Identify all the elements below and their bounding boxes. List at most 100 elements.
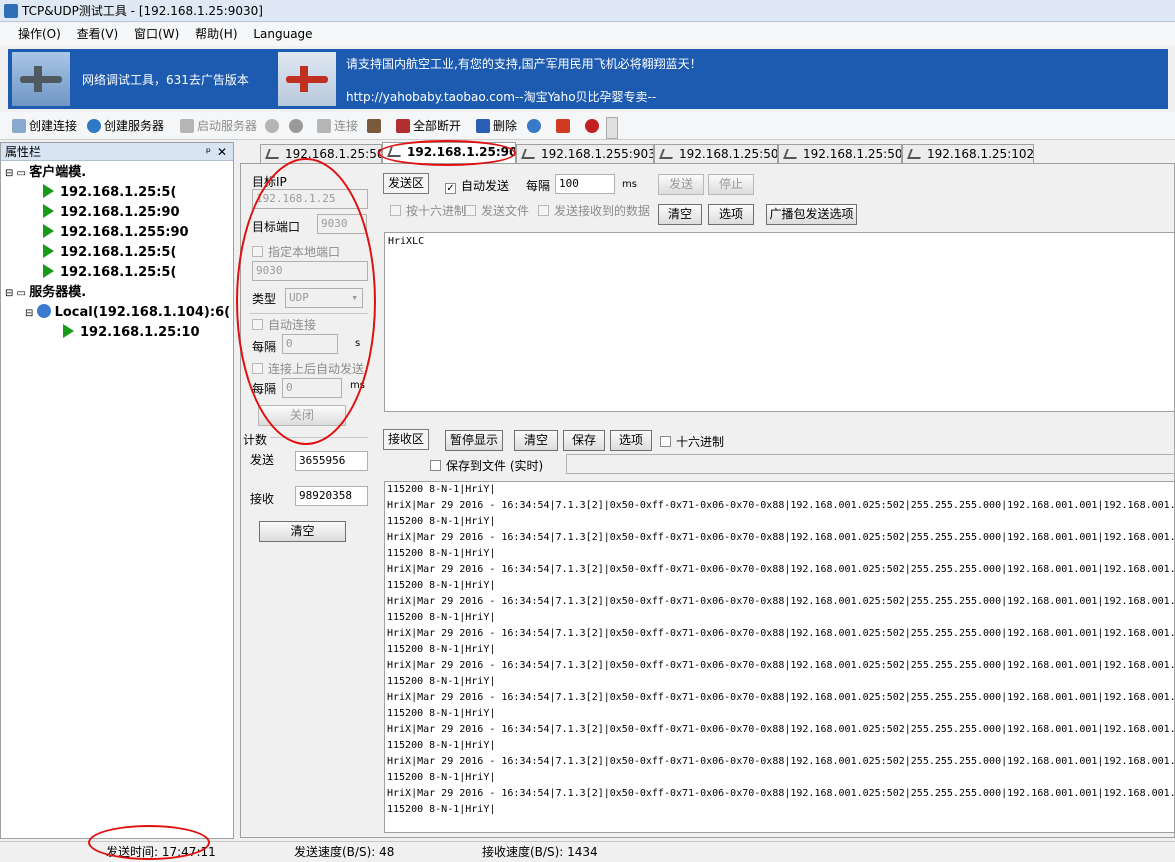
- settings-button[interactable]: [527, 117, 544, 135]
- toolbar-overflow[interactable]: [606, 117, 618, 139]
- connection-icon: [265, 149, 282, 159]
- pin-icon[interactable]: ᵖ: [206, 143, 211, 161]
- recv-line: 115200 8-N-1|HriY|: [387, 516, 496, 527]
- menu-view[interactable]: 查看(V): [77, 27, 119, 41]
- recv-line: HriX|Mar 29 2016 - 16:34:54|7.1.3[2]|0x5…: [387, 500, 1175, 511]
- tab-connection[interactable]: 192.168.1.25:502: [778, 144, 902, 163]
- send-hex-checkbox[interactable]: 按十六进制: [390, 202, 466, 219]
- start-server-button[interactable]: 启动服务器: [180, 117, 257, 135]
- create-connection-button[interactable]: 创建连接: [12, 117, 77, 135]
- stop-send-button[interactable]: 停止: [708, 174, 754, 195]
- auto-send-interval-input[interactable]: 0: [282, 378, 342, 398]
- play-icon: [43, 224, 54, 238]
- broadcast-options-button[interactable]: 广播包发送选项: [766, 204, 857, 225]
- recv-line: 115200 8-N-1|HriY|: [387, 772, 496, 783]
- clear-recv-button[interactable]: 清空: [514, 430, 558, 451]
- send-received-checkbox[interactable]: 发送接收到的数据: [538, 202, 650, 219]
- tab-connection[interactable]: 192.168.1.25:502: [654, 144, 778, 163]
- clear-send-button[interactable]: 清空: [658, 204, 702, 225]
- target-ip-label: 目标IP: [252, 175, 287, 189]
- menu-language[interactable]: Language: [253, 27, 312, 41]
- local-port-checkbox[interactable]: 指定本地端口: [252, 243, 340, 260]
- send-speed-status: 发送速度(B/S): 48: [294, 845, 395, 859]
- send-file-checkbox[interactable]: 发送文件: [465, 202, 529, 219]
- help-button[interactable]: [585, 117, 602, 135]
- disconnect-button[interactable]: [367, 117, 384, 135]
- ad-banner[interactable]: 网络调试工具，631去广告版本 请支持国内航空工业,有您的支持,国产军用民用飞机…: [8, 49, 1168, 109]
- local-port-input[interactable]: 9030: [252, 261, 368, 281]
- send-interval-input[interactable]: 100: [555, 174, 615, 194]
- disconnect-all-button[interactable]: 全部断开: [396, 117, 461, 135]
- play-icon: [43, 204, 54, 218]
- recv-line: HriX|Mar 29 2016 - 16:34:54|7.1.3[2]|0x5…: [387, 628, 1175, 639]
- auto-send-after-connect-checkbox[interactable]: 连接上后自动发送: [252, 360, 364, 377]
- send-unit-label: ms: [622, 179, 637, 190]
- tree-client-item[interactable]: 192.168.1.25:90: [43, 204, 180, 222]
- target-port-input[interactable]: 9030: [317, 214, 367, 234]
- close-connection-button[interactable]: 关闭: [258, 405, 346, 426]
- tree-client-item[interactable]: 192.168.1.25:5(: [43, 244, 176, 262]
- auto-connect-checkbox[interactable]: 自动连接: [252, 316, 316, 333]
- pause-display-button[interactable]: 暂停显示: [445, 430, 503, 451]
- send-count-value: 3655956: [295, 451, 368, 471]
- tree-client-group[interactable]: ⊟ ▭ 客户端模.: [5, 164, 86, 183]
- recv-line: 115200 8-N-1|HriY|: [387, 580, 496, 591]
- recv-hex-checkbox[interactable]: 十六进制: [660, 433, 724, 450]
- tab-connection[interactable]: 192.168.1.25:1025: [902, 144, 1034, 163]
- create-server-button[interactable]: 创建服务器: [87, 117, 164, 135]
- send-time-status: 发送时间: 17:47:11: [106, 845, 216, 859]
- tree-server-item[interactable]: ⊟ Local(192.168.1.104):6(: [25, 304, 230, 323]
- banner-left-text: 网络调试工具，631去广告版本: [82, 73, 249, 87]
- tab-connection[interactable]: 192.168.1.25:502: [260, 144, 382, 163]
- send-textarea[interactable]: HriXLC: [384, 232, 1175, 412]
- status-bar: 发送时间: 17:47:11 发送速度(B/S): 48 接收速度(B/S): …: [0, 841, 1175, 862]
- app-icon: [4, 4, 18, 18]
- auto-send-checkbox[interactable]: ✓ 自动发送: [445, 177, 509, 194]
- jet-image: [12, 52, 70, 106]
- connect-button[interactable]: 连接: [317, 117, 358, 135]
- send-options-button[interactable]: 选项: [708, 204, 754, 225]
- send-button[interactable]: 发送: [658, 174, 704, 195]
- sidebar-header: 属性栏 ᵖ ✕: [1, 143, 233, 161]
- exit-button[interactable]: [556, 117, 573, 135]
- tree-server-group[interactable]: ⊟ ▭ 服务器模.: [5, 284, 86, 303]
- target-ip-input[interactable]: 192.168.1.25: [252, 189, 368, 209]
- type-select[interactable]: UDP ▾: [285, 288, 363, 308]
- tree-server-child[interactable]: 192.168.1.25:10: [63, 324, 200, 342]
- save-to-file-checkbox[interactable]: 保存到文件 (实时): [430, 457, 543, 474]
- users-icon: [265, 119, 279, 133]
- tree-client-item[interactable]: 192.168.1.25:5(: [43, 264, 176, 282]
- menu-operate[interactable]: 操作(O): [18, 27, 61, 41]
- send-area-label: 发送区: [383, 173, 429, 194]
- recv-line: HriX|Mar 29 2016 - 16:34:54|7.1.3[2]|0x5…: [387, 660, 1175, 671]
- play-icon: [63, 324, 74, 338]
- recv-line: 115200 8-N-1|HriY|: [387, 484, 496, 495]
- recv-line: 115200 8-N-1|HriY|: [387, 676, 496, 687]
- airliner-image: [278, 52, 336, 106]
- tree-client-item[interactable]: 192.168.1.25:5(: [43, 184, 176, 202]
- recv-line: 115200 8-N-1|HriY|: [387, 708, 496, 719]
- divider: [250, 313, 368, 314]
- recv-textarea[interactable]: 115200 8-N-1|HriY| HriX|Mar 29 2016 - 16:…: [384, 481, 1175, 833]
- banner-line1: 请支持国内航空工业,有您的支持,国产军用民用飞机必将翱翔蓝天！: [346, 57, 702, 71]
- auto-connect-interval-input[interactable]: 0: [282, 334, 338, 354]
- save-recv-button[interactable]: 保存: [563, 430, 605, 451]
- recv-count-label: 接收: [250, 492, 275, 506]
- delete-button[interactable]: 删除: [476, 117, 517, 135]
- save-file-path-input[interactable]: [566, 454, 1175, 474]
- stop-button[interactable]: [289, 117, 306, 135]
- tab-connection-active[interactable]: 192.168.1.25:9030: [382, 142, 516, 163]
- recv-options-button[interactable]: 选项: [610, 430, 652, 451]
- users-button[interactable]: [265, 117, 282, 135]
- tab-connection[interactable]: 192.168.1.255:9030: [516, 144, 654, 163]
- sidebar-title: 属性栏: [5, 145, 42, 159]
- connection-icon: [521, 149, 538, 159]
- menu-help[interactable]: 帮助(H): [195, 27, 237, 41]
- menu-window[interactable]: 窗口(W): [134, 27, 179, 41]
- recv-line: 115200 8-N-1|HriY|: [387, 612, 496, 623]
- connection-icon: [387, 147, 404, 157]
- divider: [270, 437, 368, 438]
- close-icon[interactable]: ✕: [217, 143, 227, 161]
- clear-counter-button[interactable]: 清空: [259, 521, 346, 542]
- tree-client-item[interactable]: 192.168.1.255:90: [43, 224, 189, 242]
